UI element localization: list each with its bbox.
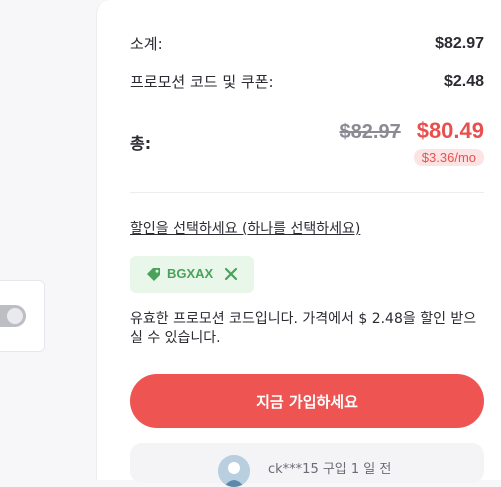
- toggle-switch[interactable]: [0, 305, 26, 327]
- divider: [130, 192, 484, 193]
- signup-button[interactable]: 지금 가입하세요: [130, 374, 484, 428]
- total-price-block: $82.97 $80.49 $3.36/mo: [340, 118, 484, 166]
- promo-label: 프로모션 코드 및 쿠폰:: [130, 73, 274, 91]
- promo-valid-message: 유효한 프로모션 코드입니다. 가격에서 $ 2.48을 할인 받으실 수 있습…: [130, 311, 477, 346]
- subtotal-label: 소계:: [130, 35, 163, 53]
- total-label: 총:: [130, 134, 152, 153]
- subtotal-row: 소계: $82.97: [130, 33, 484, 54]
- avatar: [218, 455, 250, 487]
- coupon-code: BGXAX: [167, 266, 214, 281]
- select-discount-link[interactable]: 할인을 선택하세요 (하나를 선택하세요): [130, 218, 360, 238]
- tag-icon: [147, 268, 160, 281]
- toggle-knob: [7, 308, 23, 324]
- promo-row: 프로모션 코드 및 쿠폰: $2.48: [130, 71, 484, 92]
- recent-purchase: ck***15 구입 1 일 전: [130, 443, 484, 487]
- original-price: $82.97: [339, 121, 401, 143]
- promo-value: $2.48: [443, 72, 484, 90]
- coupon-chip: BGXAX: [130, 256, 254, 293]
- recent-purchase-text: ck***15 구입 1 일 전: [268, 462, 392, 477]
- close-icon[interactable]: [224, 267, 238, 281]
- discounted-price: $80.49: [416, 118, 484, 143]
- subtotal-value: $82.97: [435, 34, 484, 52]
- monthly-price-badge: $3.36/mo: [413, 149, 484, 166]
